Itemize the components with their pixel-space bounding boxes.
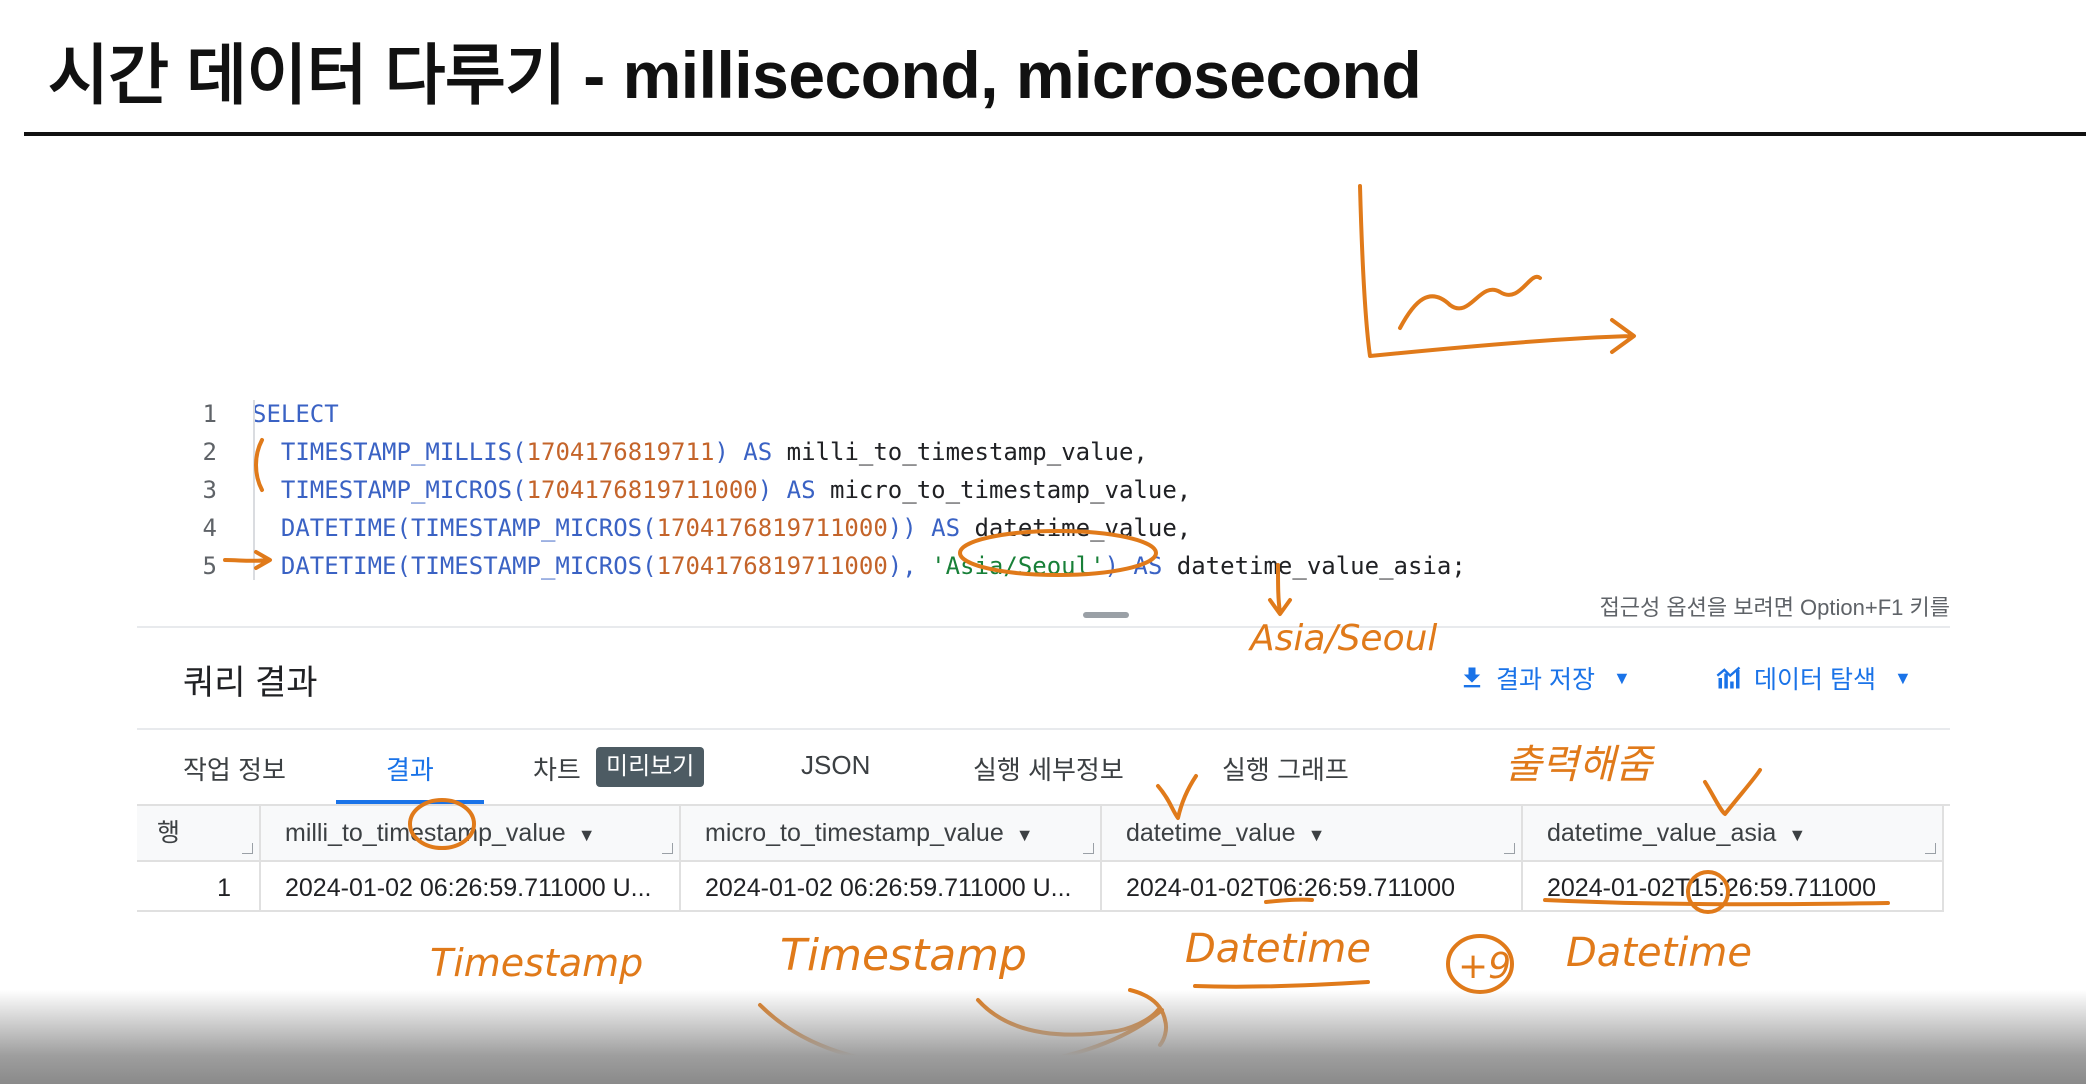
annotation-datetime-1: Datetime xyxy=(1185,926,1371,972)
annotation-timestamp-1: Timestamp xyxy=(430,941,643,985)
column-resize-handle[interactable] xyxy=(1925,843,1936,854)
code-token: )) xyxy=(887,514,932,542)
column-header-micro[interactable]: micro_to_timestamp_value ▼ xyxy=(681,806,1102,860)
code-token: ) xyxy=(1104,552,1134,580)
editor-bottom-border xyxy=(137,626,1950,628)
code-text: TIMESTAMP_MILLIS(1704176819711) AS milli… xyxy=(252,438,1148,466)
table-cell[interactable]: 2024-01-02T15:26:59.711000 xyxy=(1523,860,1944,912)
column-header-label: milli_to_timestamp_value xyxy=(285,819,566,847)
tab-json[interactable]: JSON xyxy=(801,750,870,781)
code-text: SELECT xyxy=(252,400,339,428)
chart-explore-icon xyxy=(1714,664,1744,692)
code-token: DATETIME(TIMESTAMP_MICROS( xyxy=(252,514,657,542)
code-token: micro_to_timestamp_value, xyxy=(815,476,1192,504)
code-token: ) xyxy=(757,476,787,504)
tab-chart[interactable]: 차트 xyxy=(533,750,581,787)
table-cell[interactable]: 2024-01-02 06:26:59.711000 U... xyxy=(681,860,1102,912)
title-divider xyxy=(24,132,2086,136)
circle-plus9 xyxy=(1446,934,1514,994)
code-token: datetime_value, xyxy=(960,514,1192,542)
tab-execution-details[interactable]: 실행 세부정보 xyxy=(973,750,1124,787)
annotation-datetime-2: Datetime xyxy=(1566,930,1752,976)
code-text: DATETIME(TIMESTAMP_MICROS(17041768197110… xyxy=(252,552,1466,580)
sketch-chart-line xyxy=(1398,274,1542,330)
code-token: 1704176819711000 xyxy=(526,476,758,504)
column-menu-icon[interactable]: ▼ xyxy=(1788,825,1806,845)
chevron-down-icon: ▼ xyxy=(1893,667,1912,688)
results-table: 행 milli_to_timestamp_value ▼ micro_to_tim… xyxy=(137,806,1950,912)
bottom-shadow xyxy=(0,990,2086,1084)
code-line[interactable]: 3 TIMESTAMP_MICROS(1704176819711000) AS … xyxy=(137,476,1950,514)
accessibility-hint: 접근성 옵션을 보려면 Option+F1 키를 xyxy=(1599,595,1950,620)
code-token: 'Asia/Seoul' xyxy=(931,552,1105,580)
indent-guide xyxy=(253,400,255,580)
code-token: DATETIME(TIMESTAMP_MICROS( xyxy=(252,552,657,580)
results-title: 쿼리 결과 xyxy=(183,664,318,702)
code-token: 1704176819711000 xyxy=(656,514,888,542)
column-resize-handle[interactable] xyxy=(242,843,253,854)
code-token: AS xyxy=(931,514,961,542)
code-line[interactable]: 2 TIMESTAMP_MILLIS(1704176819711) AS mil… xyxy=(137,438,1950,476)
column-header-label: datetime_value_asia xyxy=(1547,819,1777,847)
column-header-datetime[interactable]: datetime_value ▼ xyxy=(1102,806,1523,860)
save-results-label: 결과 저장 xyxy=(1496,666,1595,694)
column-resize-handle[interactable] xyxy=(1083,843,1094,854)
tab-results[interactable]: 결과 xyxy=(386,750,434,787)
line-number: 5 xyxy=(202,552,217,580)
line-number: 1 xyxy=(202,400,217,428)
code-token: AS xyxy=(743,438,773,466)
column-menu-icon[interactable]: ▼ xyxy=(1308,825,1326,845)
code-token: milli_to_timestamp_value, xyxy=(772,438,1148,466)
sketch-chart-axes xyxy=(1358,184,1636,358)
line-number: 3 xyxy=(202,476,217,504)
code-token: AS xyxy=(1133,552,1163,580)
editor-resize-handle[interactable] xyxy=(1083,612,1129,618)
code-text: TIMESTAMP_MICROS(1704176819711000) AS mi… xyxy=(252,476,1191,504)
code-line[interactable]: 4 DATETIME(TIMESTAMP_MICROS(170417681971… xyxy=(137,514,1950,552)
code-token: 1704176819711000 xyxy=(656,552,888,580)
code-token: AS xyxy=(786,476,816,504)
column-header-label: micro_to_timestamp_value xyxy=(705,819,1004,847)
code-token: TIMESTAMP_MICROS( xyxy=(252,476,527,504)
underline-mark xyxy=(1193,980,1370,989)
download-icon xyxy=(1458,664,1486,692)
column-header-milli[interactable]: milli_to_timestamp_value ▼ xyxy=(261,806,681,860)
column-header-datetime-asia[interactable]: datetime_value_asia ▼ xyxy=(1523,806,1944,860)
column-menu-icon[interactable]: ▼ xyxy=(578,825,596,845)
annotation-plus9: +9 xyxy=(1458,946,1511,987)
code-line[interactable]: 1 SELECT xyxy=(137,400,1950,438)
preview-badge: 미리보기 xyxy=(596,747,705,787)
line-number: 2 xyxy=(202,438,217,466)
row-number-header-label: 행 xyxy=(157,819,181,847)
code-token: TIMESTAMP_MILLIS( xyxy=(252,438,527,466)
table-cell[interactable]: 2024-01-02T06:26:59.711000 xyxy=(1102,860,1523,912)
chevron-down-icon: ▼ xyxy=(1612,667,1631,688)
explore-data-button[interactable]: 데이터 탐색 ▼ xyxy=(1714,660,1912,696)
annotation-korean-note: 출력해줌 xyxy=(1505,742,1655,788)
line-number: 4 xyxy=(202,514,217,542)
explore-data-label: 데이터 탐색 xyxy=(1754,666,1876,694)
annotation-timestamp-2: Timestamp xyxy=(780,930,1027,981)
column-resize-handle[interactable] xyxy=(662,843,673,854)
sql-editor[interactable]: 1 SELECT 2 TIMESTAMP_MILLIS(1704176819711)… xyxy=(137,378,1950,626)
code-token: 1704176819711 xyxy=(526,438,715,466)
column-resize-handle[interactable] xyxy=(1504,843,1515,854)
code-line[interactable]: 5 DATETIME(TIMESTAMP_MICROS(170417681971… xyxy=(137,552,1950,590)
save-results-button[interactable]: 결과 저장 ▼ xyxy=(1458,660,1631,696)
code-token: SELECT xyxy=(252,400,339,428)
code-token: datetime_value_asia; xyxy=(1162,552,1466,580)
column-menu-icon[interactable]: ▼ xyxy=(1016,825,1034,845)
tab-job-info[interactable]: 작업 정보 xyxy=(183,750,286,787)
tab-execution-graph[interactable]: 실행 그래프 xyxy=(1222,750,1349,787)
table-cell[interactable]: 2024-01-02 06:26:59.711000 U... xyxy=(261,860,681,912)
row-number-header: 행 xyxy=(137,806,261,860)
row-number: 1 xyxy=(137,860,261,912)
slide-title: 시간 데이터 다루기 - millisecond, microsecond xyxy=(48,38,1422,112)
code-token: ), xyxy=(887,552,932,580)
tabs-top-border xyxy=(137,728,1950,730)
column-header-label: datetime_value xyxy=(1126,819,1296,847)
code-text: DATETIME(TIMESTAMP_MICROS(17041768197110… xyxy=(252,514,1191,542)
code-token: ) xyxy=(714,438,744,466)
